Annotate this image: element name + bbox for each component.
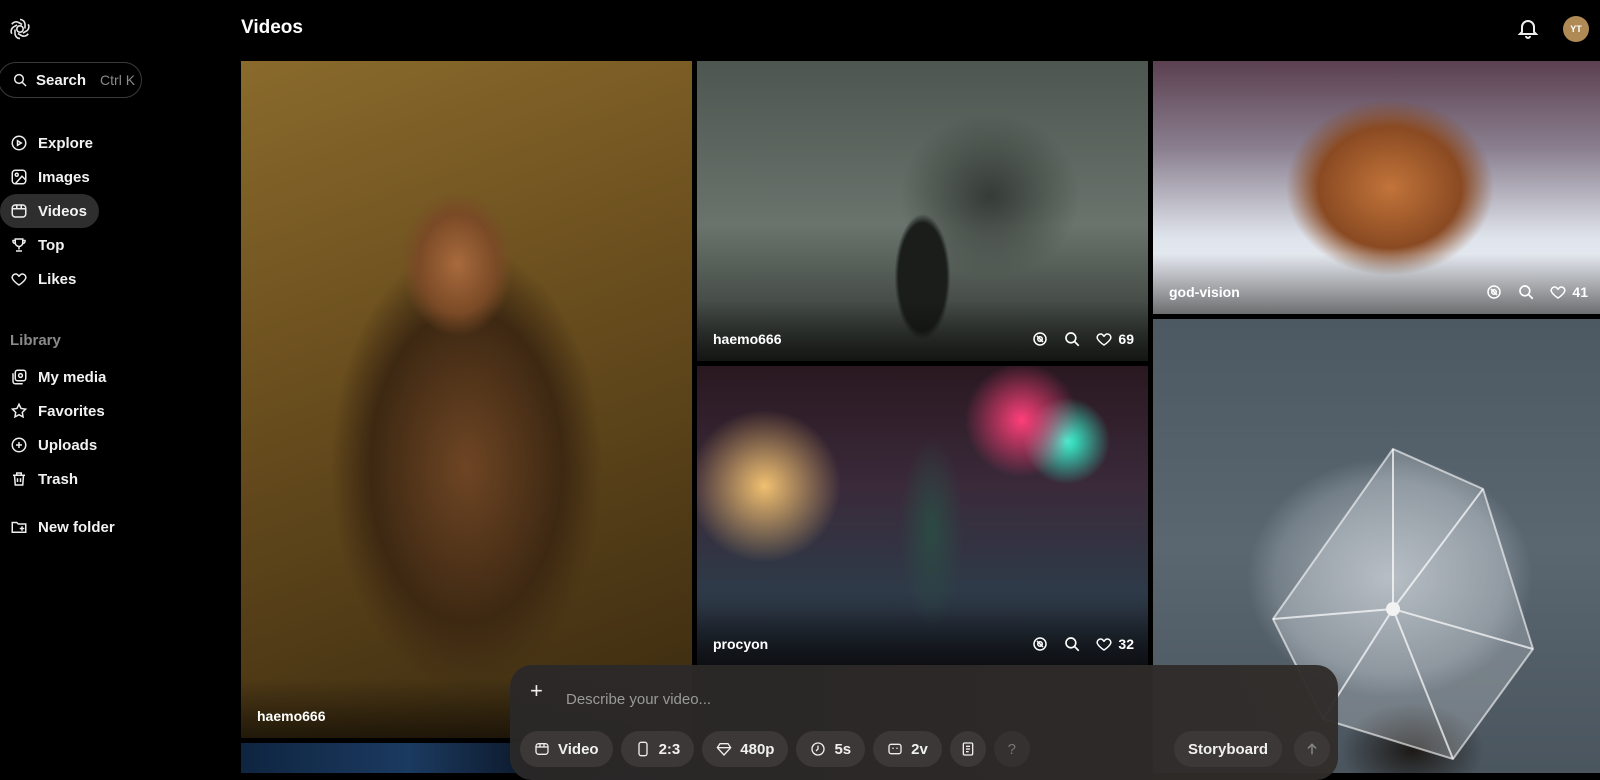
like-count: 41 [1572,284,1588,300]
like-count: 69 [1118,331,1134,347]
variants-label: 2v [911,740,928,758]
video-card-samurai[interactable]: haemo666 69 [697,61,1148,361]
search-icon[interactable] [1063,635,1081,653]
nav-top-label: Top [38,236,65,254]
nav-uploads[interactable]: Uploads [0,428,109,462]
diamond-icon [716,743,732,756]
aspect-label: 2:3 [658,740,681,758]
heart-icon [1096,333,1112,346]
nav-likes-label: Likes [38,270,77,288]
heart-icon [1550,286,1566,299]
clock-icon [811,742,826,756]
card-author[interactable]: god-vision [1169,284,1240,300]
composer-toolbar: Video 2:3 480p 5s 2v ? [520,731,1030,767]
nav-likes[interactable]: Likes [0,262,88,296]
presets-button[interactable] [949,731,986,767]
help-button[interactable]: ? [993,731,1030,767]
like-button[interactable]: 41 [1549,283,1588,301]
resolution-label: 480p [740,740,775,758]
search-shortcut: Ctrl K [100,72,136,88]
mode-label: Video [558,740,599,758]
media-icon [12,369,27,385]
variants-icon [888,743,902,755]
star-icon [10,402,28,419]
compass-icon [11,135,27,151]
search-button[interactable]: Search Ctrl K [0,62,142,98]
phone-icon [637,741,648,757]
duration-selector[interactable]: 5s [796,731,866,767]
card-author[interactable]: haemo666 [713,331,781,347]
prompt-input[interactable]: Describe your video... [566,691,711,708]
like-button[interactable]: 32 [1095,635,1134,653]
nav-videos[interactable]: Videos [0,194,99,228]
heart-icon [1096,638,1112,651]
video-card-city[interactable]: procyon 32 [697,366,1148,666]
page-title: Videos [241,17,303,38]
trash-icon [13,472,25,486]
duration-label: 5s [834,740,852,758]
avatar[interactable]: YT [1563,16,1589,42]
sidebar: Search Ctrl K Explore Images Videos Top … [0,0,230,773]
variants-selector[interactable]: 2v [873,731,942,767]
like-count: 32 [1118,636,1134,652]
nav-my-media-label: My media [38,368,107,386]
heart-icon [11,273,27,286]
remix-icon[interactable] [1031,330,1049,348]
video-icon [535,743,549,755]
folder-plus-icon [11,521,27,533]
nav-top[interactable]: Top [0,228,76,262]
nav-explore[interactable]: Explore [0,126,105,160]
bell-icon[interactable] [1516,16,1540,40]
nav-trash-label: Trash [38,470,79,488]
video-card-tiger[interactable]: god-vision 41 [1153,61,1600,314]
nav-my-media[interactable]: My media [0,360,118,394]
logo-icon[interactable] [8,17,32,41]
trophy-icon [12,238,26,252]
attach-button[interactable]: + [530,678,543,704]
resolution-selector[interactable]: 480p [702,731,789,767]
document-icon [962,742,974,756]
video-card-warrior[interactable]: haemo666 [241,61,692,738]
nav-videos-label: Videos [38,202,87,220]
search-icon[interactable] [1517,283,1535,301]
search-icon [13,73,27,87]
submit-button[interactable] [1294,731,1330,767]
remix-icon[interactable] [1485,283,1503,301]
search-label: Search [36,71,87,89]
card-author[interactable]: procyon [713,636,768,652]
nav-explore-label: Explore [38,134,94,152]
nav-favorites[interactable]: Favorites [0,394,117,428]
mode-selector[interactable]: Video [520,731,613,767]
arrow-up-icon [1307,743,1317,755]
card-actions: 32 [1031,635,1134,653]
search-icon[interactable] [1063,330,1081,348]
video-icon [11,204,27,218]
nav-new-folder-label: New folder [38,518,115,536]
image-icon [11,169,27,185]
like-button[interactable]: 69 [1095,330,1134,348]
nav-images[interactable]: Images [0,160,102,194]
nav-favorites-label: Favorites [38,402,105,420]
library-section-label: Library [10,332,61,349]
nav-new-folder[interactable]: New folder [0,510,127,544]
plus-circle-icon [11,437,27,453]
prompt-composer: + Describe your video... Video 2:3 480p … [510,665,1338,780]
card-actions: 69 [1031,330,1134,348]
nav-images-label: Images [38,168,90,186]
remix-icon[interactable] [1031,635,1049,653]
nav-trash[interactable]: Trash [0,462,90,496]
card-actions: 41 [1485,283,1588,301]
card-author[interactable]: haemo666 [257,708,325,724]
nav-uploads-label: Uploads [38,436,98,454]
video-card-partial[interactable] [241,743,521,773]
aspect-selector[interactable]: 2:3 [620,731,695,767]
storyboard-button[interactable]: Storyboard [1174,731,1283,767]
